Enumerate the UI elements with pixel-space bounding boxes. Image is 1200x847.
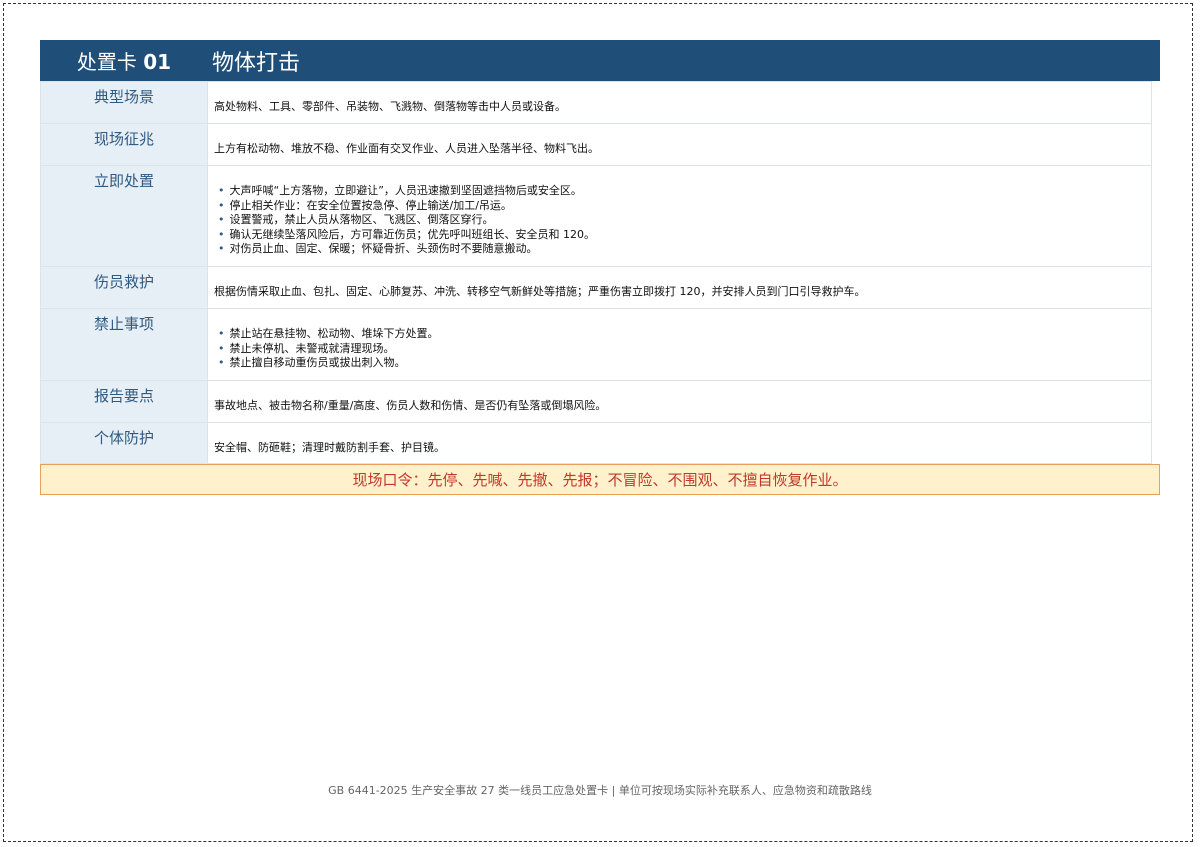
row-label: 个体防护 — [40, 422, 208, 464]
table-row: 典型场景 高处物料、工具、零部件、吊装物、飞溅物、倒落物等击中人员或设备。 — [40, 81, 1152, 124]
list-item: 对伤员止血、固定、保暖；怀疑骨折、头颈伤时不要随意搬动。 — [218, 242, 1145, 257]
table-row: 报告要点 事故地点、被击物名称/重量/高度、伤员人数和伤情、是否仍有坠落或倒塌风… — [40, 380, 1152, 423]
list-item: 设置警戒，禁止人员从落物区、飞溅区、倒落区穿行。 — [218, 213, 1145, 228]
list-item: 停止相关作业：在安全位置按急停、停止输送/加工/吊运。 — [218, 199, 1145, 214]
row-content: 高处物料、工具、零部件、吊装物、飞溅物、倒落物等击中人员或设备。 — [207, 81, 1152, 124]
card-number: 处置卡 01 — [40, 46, 208, 75]
card-title: 物体打击 — [212, 50, 301, 76]
row-label: 伤员救护 — [40, 266, 208, 309]
site-slogan: 现场口令：先停、先喊、先撤、先报；不冒险、不围观、不擅自恢复作业。 — [40, 464, 1160, 495]
row-content: 禁止站在悬挂物、松动物、堆垛下方处置。 禁止未停机、未警戒就清理现场。 禁止擅自… — [207, 308, 1152, 381]
row-label: 禁止事项 — [40, 308, 208, 381]
table-row: 现场征兆 上方有松动物、堆放不稳、作业面有交叉作业、人员进入坠落半径、物料飞出。 — [40, 123, 1152, 166]
row-label: 典型场景 — [40, 81, 208, 124]
card-table: 典型场景 高处物料、工具、零部件、吊装物、飞溅物、倒落物等击中人员或设备。 现场… — [40, 81, 1152, 464]
row-label: 现场征兆 — [40, 123, 208, 166]
card-header: 处置卡 01 物体打击 — [40, 40, 1160, 81]
row-content: 安全帽、防砸鞋；清理时戴防割手套、护目镜。 — [207, 422, 1152, 464]
row-label: 报告要点 — [40, 380, 208, 423]
card-prefix: 处置卡 — [76, 50, 137, 74]
list-item: 确认无继续坠落风险后，方可靠近伤员；优先呼叫班组长、安全员和 120。 — [218, 228, 1145, 243]
table-row: 个体防护 安全帽、防砸鞋；清理时戴防割手套、护目镜。 — [40, 422, 1152, 464]
bullet-list: 大声呼喊“上方落物，立即避让”，人员迅速撤到坚固遮挡物后或安全区。 停止相关作业… — [214, 184, 1145, 257]
table-row: 立即处置 大声呼喊“上方落物，立即避让”，人员迅速撤到坚固遮挡物后或安全区。 停… — [40, 165, 1152, 267]
list-item: 大声呼喊“上方落物，立即避让”，人员迅速撤到坚固遮挡物后或安全区。 — [218, 184, 1145, 199]
card-number-value: 01 — [143, 50, 172, 74]
table-row: 伤员救护 根据伤情采取止血、包扎、固定、心肺复苏、冲洗、转移空气新鲜处等措施；严… — [40, 266, 1152, 309]
list-item: 禁止擅自移动重伤员或拔出刺入物。 — [218, 356, 1145, 371]
page-footer: GB 6441-2025 生产安全事故 27 类一线员工应急处置卡 | 单位可按… — [328, 784, 872, 797]
list-item: 禁止站在悬挂物、松动物、堆垛下方处置。 — [218, 327, 1145, 342]
row-content: 大声呼喊“上方落物，立即避让”，人员迅速撤到坚固遮挡物后或安全区。 停止相关作业… — [207, 165, 1152, 267]
row-content: 上方有松动物、堆放不稳、作业面有交叉作业、人员进入坠落半径、物料飞出。 — [207, 123, 1152, 166]
list-item: 禁止未停机、未警戒就清理现场。 — [218, 342, 1145, 357]
row-content: 事故地点、被击物名称/重量/高度、伤员人数和伤情、是否仍有坠落或倒塌风险。 — [207, 380, 1152, 423]
emergency-card: 处置卡 01 物体打击 典型场景 高处物料、工具、零部件、吊装物、飞溅物、倒落物… — [40, 40, 1160, 495]
bullet-list: 禁止站在悬挂物、松动物、堆垛下方处置。 禁止未停机、未警戒就清理现场。 禁止擅自… — [214, 327, 1145, 371]
table-row: 禁止事项 禁止站在悬挂物、松动物、堆垛下方处置。 禁止未停机、未警戒就清理现场。… — [40, 308, 1152, 381]
row-label: 立即处置 — [40, 165, 208, 267]
row-content: 根据伤情采取止血、包扎、固定、心肺复苏、冲洗、转移空气新鲜处等措施；严重伤害立即… — [207, 266, 1152, 309]
